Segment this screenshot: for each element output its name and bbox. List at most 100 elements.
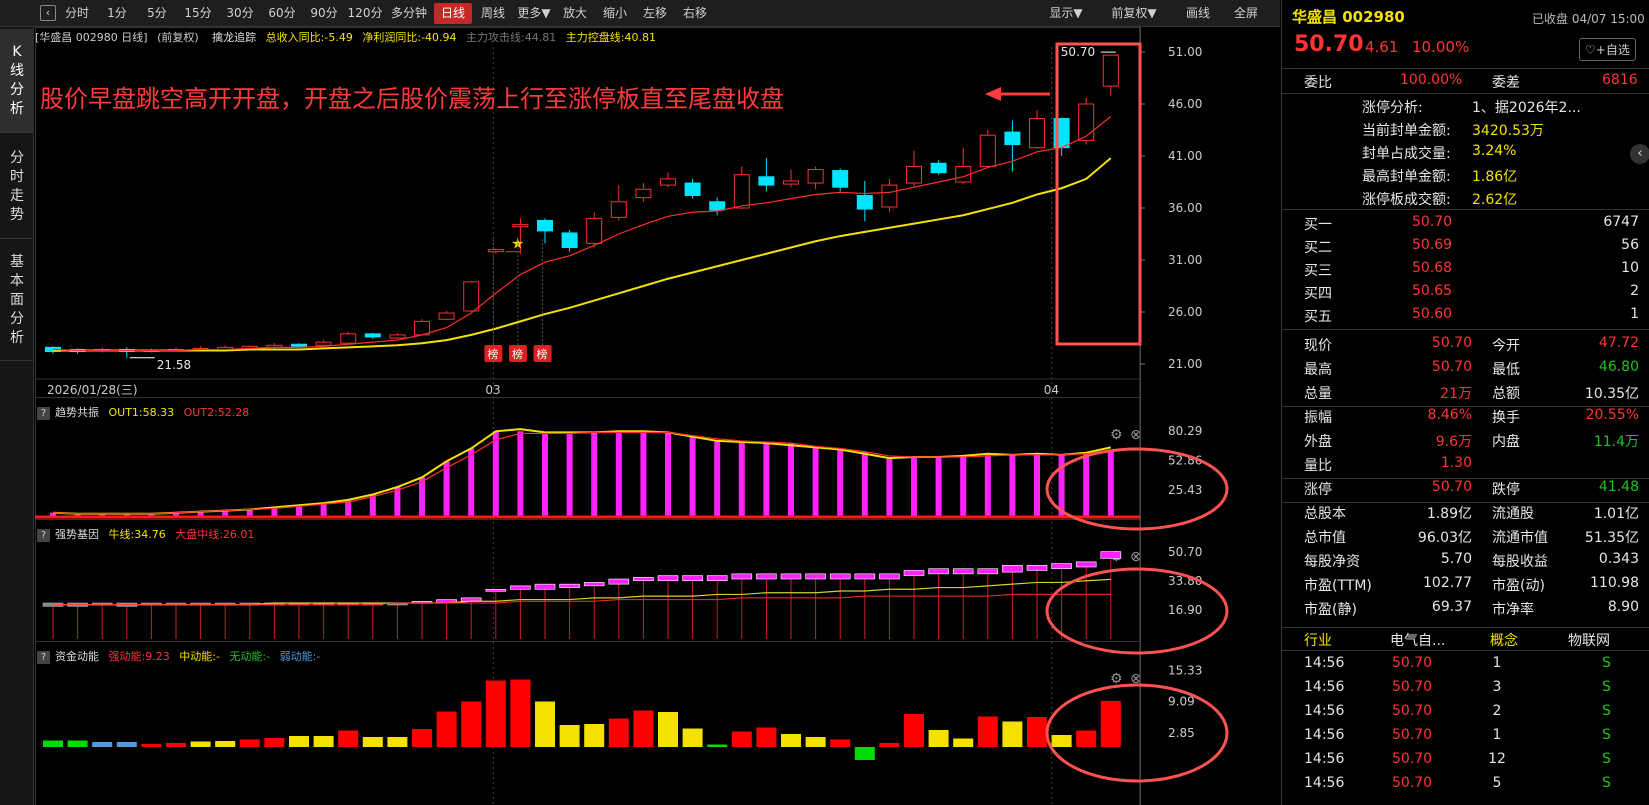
stat-label: 总股本 — [1304, 506, 1346, 522]
toolbar-right-2[interactable]: 画线 — [1178, 3, 1218, 24]
fund-bar — [215, 741, 236, 747]
gene-box — [879, 573, 900, 580]
fund-bar — [239, 739, 260, 747]
trend-bar — [320, 503, 327, 517]
fund-bar — [904, 714, 924, 747]
toolbar-right-1[interactable]: 前复权▼ — [1100, 3, 1168, 24]
tick-time: 14:56 — [1304, 775, 1345, 791]
industry-cell: 行业 — [1304, 633, 1332, 649]
bid-label: 买一 — [1304, 217, 1332, 233]
fund-bar — [879, 743, 900, 747]
candle-body — [487, 249, 504, 253]
stat-label: 内盘 — [1492, 434, 1520, 450]
stat-value: 1.30 — [1440, 455, 1472, 471]
left-tab-1[interactable]: 分时走势 — [0, 135, 34, 239]
stat-value: 50.70 — [1431, 479, 1472, 495]
toolbar-item-13[interactable]: 缩小 — [596, 3, 634, 24]
price-tick-label: 41.00 — [1168, 149, 1202, 163]
toolbar-right-0[interactable]: 显示▼ — [1040, 3, 1092, 24]
limit-info-value: 3.24% — [1472, 143, 1517, 159]
tick-price: 50.70 — [1392, 703, 1433, 719]
toolbar-item-11[interactable]: 更多▼ — [514, 3, 554, 24]
toolbar-right-3[interactable]: 全屏 — [1226, 3, 1266, 24]
stat-label: 外盘 — [1304, 434, 1332, 450]
price-tick-label: 26.00 — [1168, 305, 1202, 319]
stat-value: 50.70 — [1431, 359, 1472, 375]
stat-value: 10.35亿 — [1584, 386, 1639, 402]
stat-label: 最低 — [1492, 362, 1520, 378]
left-tab-char: 线 — [10, 63, 24, 79]
gene-market-line — [53, 593, 1111, 606]
candle-body — [856, 195, 873, 210]
fund-bar — [559, 725, 580, 747]
fund-bar — [338, 730, 359, 747]
gene-box — [903, 570, 925, 576]
price-tick-label: 51.00 — [1168, 45, 1202, 59]
add-favorite-button[interactable]: ♡+自选 — [1579, 38, 1636, 61]
bid-label: 买二 — [1304, 240, 1332, 256]
fund-bar — [141, 744, 162, 747]
toolbar-item-5[interactable]: 60分 — [262, 3, 302, 24]
stat-value: 0.343 — [1598, 551, 1639, 567]
toolbar-item-1[interactable]: 1分 — [98, 3, 136, 24]
toolbar-item-7[interactable]: 120分 — [346, 3, 384, 24]
candle-body — [783, 180, 799, 185]
wc-label: 委差 — [1492, 75, 1520, 91]
stat-value: 11.4万 — [1593, 434, 1639, 450]
bid-price: 50.70 — [1412, 214, 1453, 230]
left-tab-0[interactable]: K线分析 — [0, 29, 34, 133]
toolbar-item-15[interactable]: 右移 — [676, 3, 714, 24]
fund-bar — [190, 741, 211, 747]
stat-value: 50.70 — [1431, 335, 1472, 351]
toolbar-item-8[interactable]: 多分钟 — [386, 3, 432, 24]
gene-box — [756, 573, 777, 580]
trend-bar — [837, 448, 844, 517]
toolbar-item-0[interactable]: 分时 — [58, 3, 96, 24]
fund-bar — [1027, 717, 1047, 747]
prev-icon[interactable]: ‹ — [40, 5, 56, 21]
stat-label: 今开 — [1492, 338, 1520, 354]
toolbar-item-12[interactable]: 放大 — [556, 3, 594, 24]
toolbar-item-2[interactable]: 5分 — [138, 3, 176, 24]
toolbar-item-14[interactable]: 左移 — [636, 3, 674, 24]
candle-body — [684, 182, 701, 197]
stat-value: 41.48 — [1598, 479, 1639, 495]
toolbar-item-6[interactable]: 90分 — [304, 3, 344, 24]
trend-bar — [517, 431, 524, 517]
left-tab-2[interactable]: 基本面分析 — [0, 241, 34, 361]
fund-bar — [584, 724, 605, 747]
toolbar-item-4[interactable]: 30分 — [220, 3, 260, 24]
left-tabs: K线分析分时走势基本面分析 — [0, 27, 34, 805]
tick-price: 50.70 — [1392, 727, 1433, 743]
gene-box — [657, 575, 679, 582]
industry-cell[interactable]: 电气自... — [1390, 630, 1445, 650]
gene-box — [1002, 564, 1023, 573]
wc-value: 6816 — [1602, 72, 1638, 88]
gene-tick-label: 16.90 — [1168, 603, 1202, 617]
tick-time: 14:56 — [1304, 703, 1345, 719]
tick-price: 50.70 — [1392, 775, 1433, 791]
candle-body — [364, 333, 381, 338]
industry-cell[interactable]: 物联网 — [1568, 630, 1610, 650]
toolbar-item-3[interactable]: 15分 — [178, 3, 218, 24]
trend-bar — [566, 432, 573, 517]
bid-volume: 1 — [1630, 306, 1639, 322]
candle-body — [660, 178, 676, 186]
toolbar-item-10[interactable]: 周线 — [474, 3, 512, 24]
tick-price: 50.70 — [1392, 655, 1433, 671]
price-change: 4.61 — [1365, 38, 1399, 56]
stat-value: 69.37 — [1431, 599, 1472, 615]
candle-body — [979, 134, 996, 167]
trend-bar — [738, 442, 745, 517]
stat-value: 47.72 — [1598, 335, 1639, 351]
toolbar-item-9[interactable]: 日线 — [434, 3, 472, 24]
fund-bar — [830, 739, 851, 747]
stat-label: 总额 — [1492, 386, 1520, 402]
trend-bar — [542, 432, 548, 517]
candle-body — [438, 312, 455, 320]
left-tab-char: 分 — [10, 311, 24, 327]
collapse-arrow-icon[interactable]: ‹ — [1630, 144, 1649, 164]
bang-badge-label: 榜 — [512, 347, 523, 361]
stat-label: 现价 — [1304, 338, 1332, 354]
market-status: 已收盘 04/07 15:00 — [1532, 12, 1645, 26]
